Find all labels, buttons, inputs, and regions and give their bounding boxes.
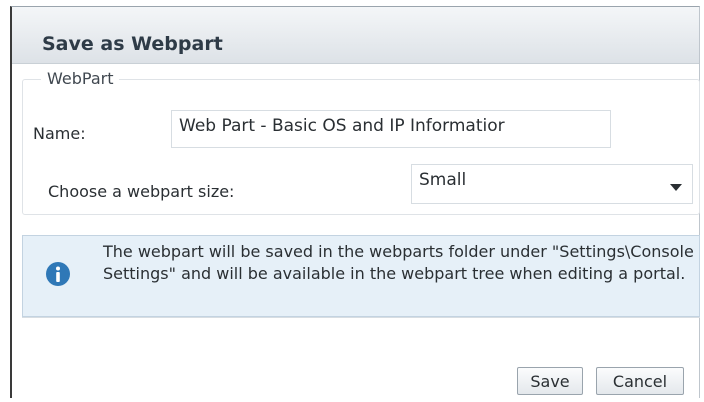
- name-label: Name:: [33, 124, 86, 143]
- webpart-fieldset: WebPart Name: Web Part - Basic OS and IP…: [22, 69, 700, 215]
- name-input[interactable]: Web Part - Basic OS and IP Informatior: [171, 110, 611, 148]
- info-message: The webpart will be saved in the webpart…: [22, 235, 700, 317]
- fieldset-legend: WebPart: [41, 69, 120, 88]
- webpart-size-value: Small: [419, 170, 467, 190]
- info-text: The webpart will be saved in the webpart…: [103, 242, 694, 283]
- name-input-value: Web Part - Basic OS and IP Informatior: [179, 116, 505, 136]
- cancel-button[interactable]: Cancel: [596, 367, 684, 395]
- dialog-titlebar: Save as Webpart: [12, 7, 699, 64]
- webpart-size-select[interactable]: Small: [411, 164, 693, 204]
- chevron-down-icon[interactable]: [670, 184, 682, 191]
- save-as-webpart-dialog: Save as Webpart WebPart Name: Web Part -…: [10, 6, 700, 398]
- divider: [22, 317, 700, 318]
- save-button[interactable]: Save: [517, 367, 583, 395]
- dialog-title: Save as Webpart: [42, 33, 223, 55]
- webpart-size-label: Choose a webpart size:: [48, 182, 235, 201]
- info-icon: [46, 262, 70, 286]
